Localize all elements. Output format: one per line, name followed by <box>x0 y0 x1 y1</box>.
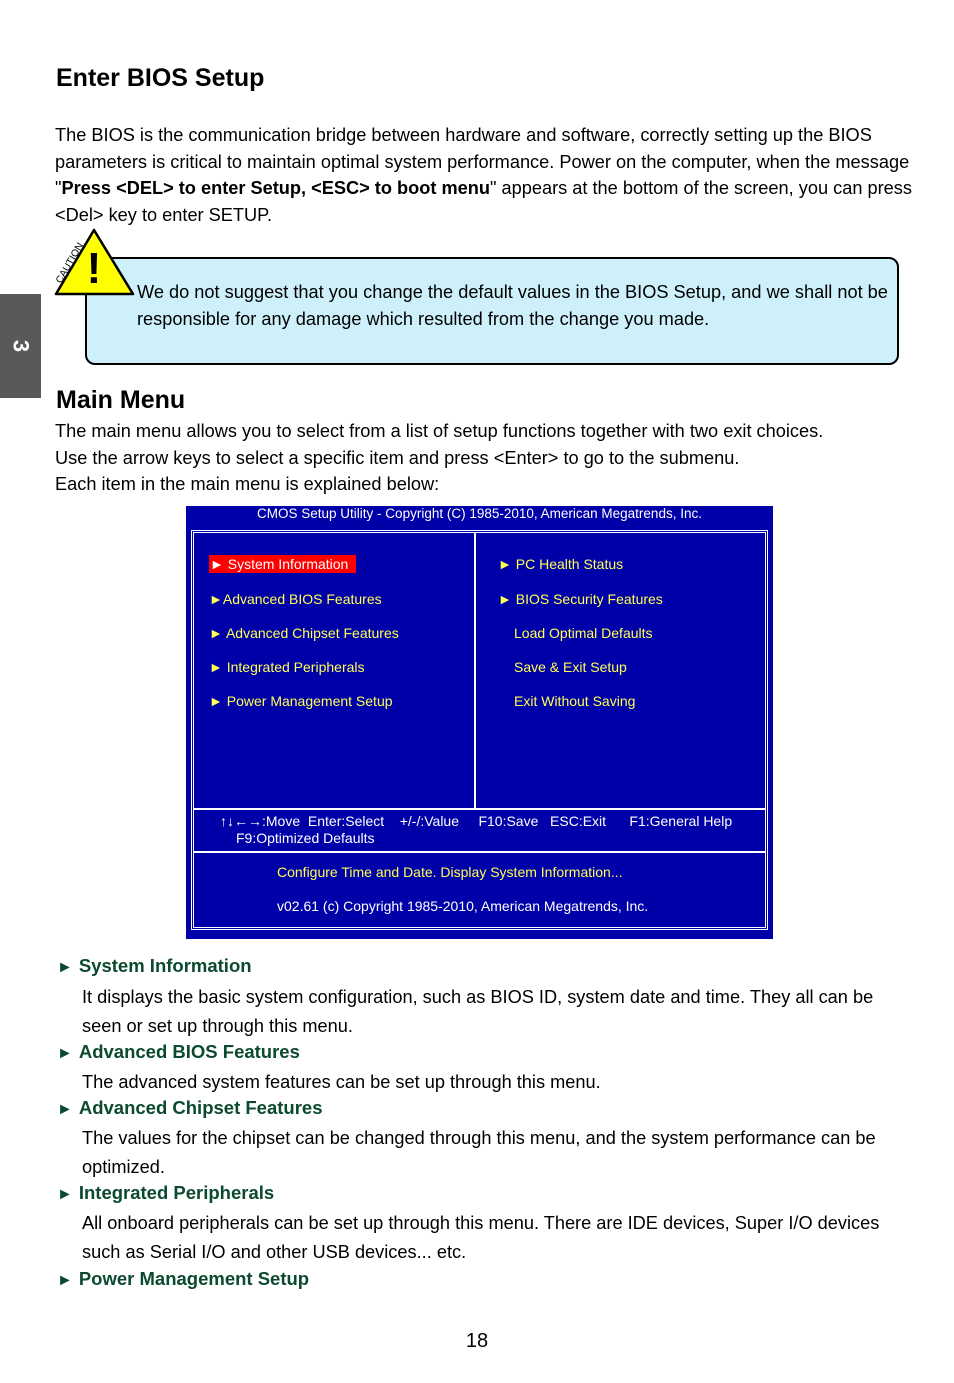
description-heading: ► Advanced BIOS Features <box>57 1040 300 1066</box>
intro-paragraph: The BIOS is the communication bridge bet… <box>55 122 915 228</box>
description-heading-text: Advanced BIOS Features <box>78 1041 300 1062</box>
triangle-right-icon: ► <box>57 959 73 976</box>
bios-divider <box>193 851 766 853</box>
description-heading-text: Integrated Peripherals <box>78 1182 275 1203</box>
bios-item-load-optimal-defaults[interactable]: Load Optimal Defaults <box>514 624 653 642</box>
description-body: The advanced system features can be set … <box>82 1072 601 1092</box>
main-menu-line: Each item in the main menu is explained … <box>55 474 440 494</box>
description-heading: ► Integrated Peripherals <box>57 1181 274 1207</box>
chapter-tab: 3 <box>0 294 41 398</box>
bios-version-text: v02.61 (c) Copyright 1985-2010, American… <box>277 898 649 914</box>
chapter-number: 3 <box>8 339 34 353</box>
caution-icon: ! CAUTION <box>54 228 135 296</box>
bios-item-exit-without-saving[interactable]: Exit Without Saving <box>514 692 635 710</box>
bios-item-pc-health-status[interactable]: ► PC Health Status <box>498 555 623 573</box>
bios-key-legend: ↑↓←→:Move Enter:Select +/-/:Value F10:Sa… <box>220 813 733 829</box>
caution-text: We do not suggest that you change the de… <box>137 282 888 329</box>
triangle-right-icon: ► <box>57 1101 73 1118</box>
bios-divider <box>193 808 766 810</box>
section-title-main-menu: Main Menu <box>56 386 186 414</box>
description-body: It displays the basic system configurati… <box>82 987 874 1036</box>
bios-item-integrated-peripherals[interactable]: ► Integrated Peripherals <box>209 658 365 676</box>
bios-column-divider <box>474 533 476 809</box>
page-number: 18 <box>465 1330 489 1352</box>
description-heading-text: System Information <box>78 955 252 976</box>
bios-title: CMOS Setup Utility - Copyright (C) 1985-… <box>257 506 702 521</box>
bios-item-save-exit-setup[interactable]: Save & Exit Setup <box>514 658 627 676</box>
description-body: All onboard peripherals can be set up th… <box>82 1213 880 1262</box>
bios-item-power-management-setup[interactable]: ► Power Management Setup <box>209 692 393 710</box>
triangle-right-icon: ► <box>57 1045 73 1062</box>
bios-item-system-information[interactable]: ► System Information <box>209 555 357 573</box>
description-heading: ► Power Management Setup <box>57 1267 309 1293</box>
caution-exclamation: ! <box>87 244 102 293</box>
main-menu-line: The main menu allows you to select from … <box>55 421 824 441</box>
description-heading-text: Power Management Setup <box>78 1268 310 1289</box>
bios-screenshot: CMOS Setup Utility - Copyright (C) 1985-… <box>186 506 773 939</box>
triangle-right-icon: ► <box>57 1186 73 1203</box>
bios-item-bios-security-features[interactable]: ► BIOS Security Features <box>498 590 663 608</box>
description-heading: ► System Information <box>57 954 252 980</box>
section-title-enter-bios: Enter BIOS Setup <box>56 64 265 92</box>
bios-key-legend-2: F9:Optimized Defaults <box>236 830 375 846</box>
bios-help-text: Configure Time and Date. Display System … <box>277 864 623 880</box>
description-heading: ► Advanced Chipset Features <box>57 1096 323 1122</box>
bios-item-advanced-chipset-features[interactable]: ► Advanced Chipset Features <box>209 624 399 642</box>
main-menu-intro: The main menu allows you to select from … <box>55 418 915 498</box>
triangle-right-icon: ► <box>57 1272 73 1289</box>
intro-bold-message: Press <DEL> to enter Setup, <ESC> to boo… <box>61 178 490 198</box>
description-heading-text: Advanced Chipset Features <box>78 1097 323 1118</box>
bios-item-advanced-bios-features[interactable]: ►Advanced BIOS Features <box>209 590 382 608</box>
main-menu-line: Use the arrow keys to select a specific … <box>55 447 740 468</box>
description-body: The values for the chipset can be change… <box>82 1128 876 1177</box>
